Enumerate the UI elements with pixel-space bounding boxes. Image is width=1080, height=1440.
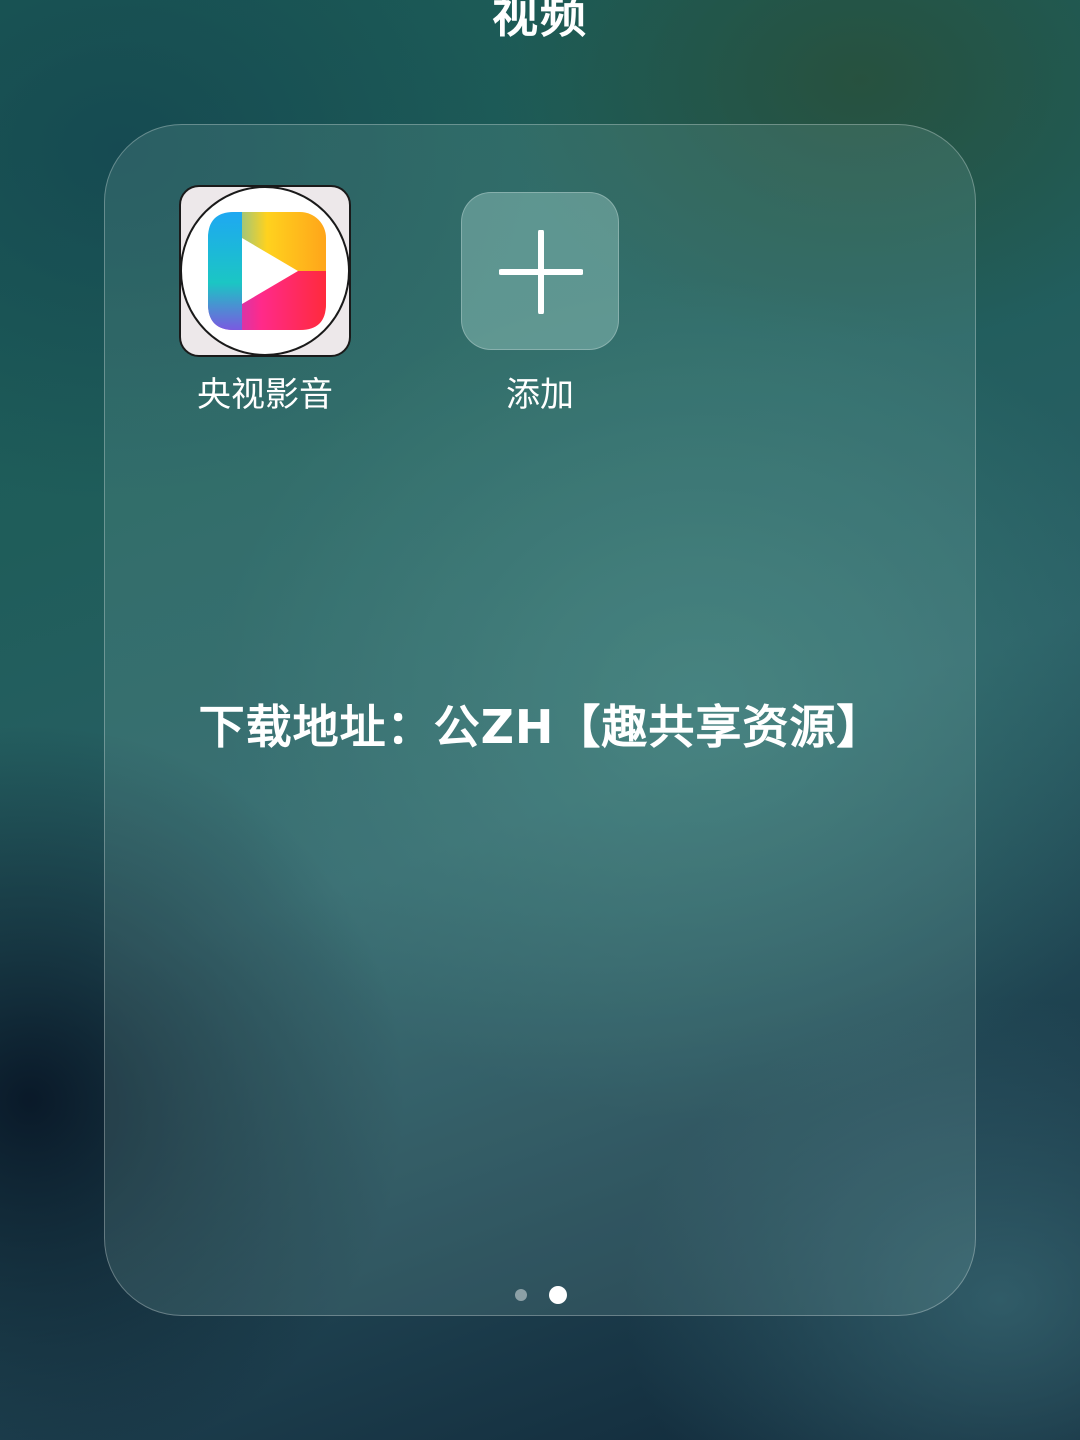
download-notice-text: 下载地址：公ZH【趣共享资源】: [198, 700, 884, 754]
add-app-tile[interactable]: 添加: [441, 185, 641, 425]
cctv-logo-graphic: [208, 212, 326, 330]
page-dot-1[interactable]: [515, 1289, 527, 1301]
cctv-play-icon[interactable]: [179, 185, 351, 357]
app-folder-panel: 央视影音 添加 下载地址：公ZH【趣共享资源】: [104, 124, 976, 1316]
page-indicator[interactable]: [105, 1285, 977, 1305]
add-app-button[interactable]: [461, 192, 619, 350]
page-dot-2-active[interactable]: [549, 1286, 567, 1304]
home-screen: 视频 央视影音 添加 下载地址：公ZH【趣共享资源】: [0, 0, 1080, 1440]
plus-icon: [499, 230, 583, 314]
app-label: 央视影音: [197, 375, 333, 415]
add-app-label: 添加: [506, 375, 574, 415]
folder-title: 视频: [492, 0, 588, 43]
app-cctv-video[interactable]: 央视影音: [177, 185, 377, 425]
